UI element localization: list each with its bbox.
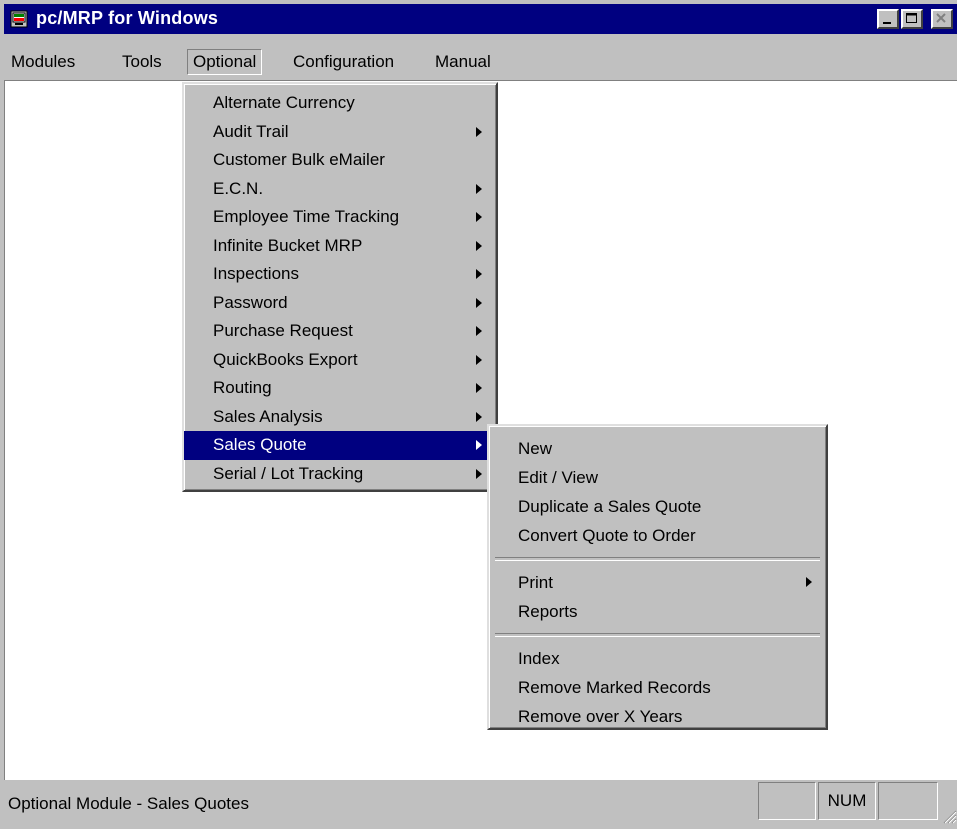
menu-item-label: Convert Quote to Order <box>518 526 696 545</box>
title-bar[interactable]: pc/MRP for Windows <box>4 4 957 34</box>
menu-item-employee-time-tracking[interactable]: Employee Time Tracking <box>184 203 496 232</box>
submenu-item-print[interactable]: Print <box>489 568 826 597</box>
submenu-arrow-icon <box>476 183 482 194</box>
submenu-item-remove-over-x-years[interactable]: Remove over X Years <box>489 702 826 731</box>
menu-item-label: Sales Analysis <box>213 406 323 426</box>
submenu-arrow-icon <box>476 468 482 479</box>
menu-item-label: New <box>518 439 553 458</box>
optional-dropdown: Alternate Currency Audit Trail Customer … <box>182 82 498 492</box>
status-panel-1 <box>758 782 816 820</box>
submenu-item-edit-view[interactable]: Edit / View <box>489 463 826 492</box>
status-panel-3 <box>878 782 938 820</box>
menu-item-label: Audit Trail <box>213 121 289 141</box>
menu-item-purchase-request[interactable]: Purchase Request <box>184 317 496 346</box>
menu-item-audit-trail[interactable]: Audit Trail <box>184 118 496 147</box>
menu-item-serial-lot-tracking[interactable]: Serial / Lot Tracking <box>184 460 496 489</box>
menu-separator <box>495 633 820 637</box>
status-text: Optional Module - Sales Quotes <box>8 794 249 813</box>
menu-item-label: Duplicate a Sales Quote <box>518 497 702 516</box>
menu-modules[interactable]: Modules <box>6 50 80 74</box>
submenu-item-convert-quote-to-order[interactable]: Convert Quote to Order <box>489 521 826 550</box>
menu-item-label: Password <box>213 292 288 312</box>
resize-grip-icon[interactable] <box>941 808 957 824</box>
app-icon <box>10 10 28 28</box>
menu-configuration[interactable]: Configuration <box>288 50 399 74</box>
menu-item-label: Remove over X Years <box>518 707 683 726</box>
submenu-item-reports[interactable]: Reports <box>489 597 826 626</box>
submenu-arrow-icon <box>476 240 482 251</box>
menu-tools[interactable]: Tools <box>117 50 167 74</box>
menu-item-label: Routing <box>213 378 272 397</box>
close-button[interactable] <box>931 9 953 29</box>
menu-optional[interactable]: Optional <box>187 49 263 75</box>
menu-separator <box>495 557 820 561</box>
menu-item-infinite-bucket-mrp[interactable]: Infinite Bucket MRP <box>184 232 496 261</box>
menu-item-sales-quote[interactable]: Sales Quote <box>184 431 496 460</box>
menu-item-quickbooks-export[interactable]: QuickBooks Export <box>184 346 496 375</box>
submenu-arrow-icon <box>476 126 482 137</box>
menu-item-label: Print <box>518 573 553 592</box>
menu-item-inspections[interactable]: Inspections <box>184 260 496 289</box>
menu-item-label: Serial / Lot Tracking <box>213 463 364 483</box>
menu-item-password[interactable]: Password <box>184 289 496 318</box>
submenu-arrow-icon <box>476 212 482 222</box>
submenu-item-remove-marked-records[interactable]: Remove Marked Records <box>489 673 826 702</box>
submenu-item-index[interactable]: Index <box>489 644 826 673</box>
app-window: pc/MRP for Windows Modules Tools Optiona… <box>0 0 957 829</box>
menu-item-sales-analysis[interactable]: Sales Analysis <box>184 403 496 432</box>
menu-item-label: Purchase Request <box>213 321 353 340</box>
menu-item-label: Alternate Currency <box>213 93 355 112</box>
menu-item-label: QuickBooks Export <box>213 349 358 369</box>
menu-item-routing[interactable]: Routing <box>184 374 496 403</box>
menu-manual[interactable]: Manual <box>430 50 496 74</box>
menu-item-label: E.C.N. <box>213 178 264 198</box>
submenu-arrow-icon <box>476 383 482 393</box>
menu-item-label: Index <box>518 649 560 668</box>
menu-item-label: Sales Quote <box>213 435 307 454</box>
menu-item-label: Customer Bulk eMailer <box>213 150 385 169</box>
menu-item-label: Remove Marked Records <box>518 678 711 697</box>
menu-bar: Modules Tools Optional Configuration Man… <box>4 46 957 80</box>
submenu-arrow-icon <box>476 269 482 279</box>
sales-quote-submenu: New Edit / View Duplicate a Sales Quote … <box>487 424 828 730</box>
menu-item-ecn[interactable]: E.C.N. <box>184 175 496 204</box>
menu-item-alternate-currency[interactable]: Alternate Currency <box>184 89 496 118</box>
menu-item-customer-bulk-emailer[interactable]: Customer Bulk eMailer <box>184 146 496 175</box>
maximize-button[interactable] <box>901 9 923 29</box>
window-title: pc/MRP for Windows <box>36 8 219 28</box>
submenu-arrow-icon <box>476 326 482 336</box>
submenu-arrow-icon <box>476 440 482 450</box>
status-panel-num: NUM <box>818 782 876 820</box>
menu-item-label: Employee Time Tracking <box>213 207 400 226</box>
minimize-button[interactable] <box>877 9 899 29</box>
submenu-item-new[interactable]: New <box>489 434 826 463</box>
menu-item-label: Infinite Bucket MRP <box>213 235 363 255</box>
menu-item-label: Edit / View <box>518 468 599 487</box>
submenu-arrow-icon <box>806 577 812 587</box>
submenu-item-duplicate-sales-quote[interactable]: Duplicate a Sales Quote <box>489 492 826 521</box>
submenu-arrow-icon <box>476 411 482 422</box>
menu-item-label: Reports <box>518 602 578 621</box>
submenu-arrow-icon <box>476 354 482 365</box>
status-bar: Optional Module - Sales Quotes NUM <box>4 780 957 829</box>
menu-item-label: Inspections <box>213 264 299 283</box>
submenu-arrow-icon <box>476 297 482 308</box>
